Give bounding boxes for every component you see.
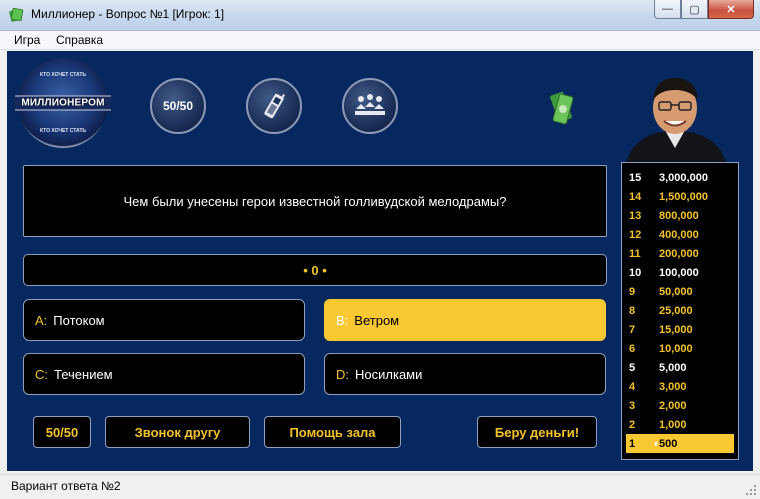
ladder-level: 4 bbox=[629, 380, 636, 393]
ladder-amount: 800,000 bbox=[659, 209, 699, 222]
question-box: Чем были унесены герои известной голливу… bbox=[23, 165, 607, 237]
ladder-amount: 2,000 bbox=[659, 399, 687, 412]
ladder-row: 8 25,000 bbox=[626, 301, 734, 320]
lifeline-fifty-fifty[interactable]: 50/50 bbox=[150, 78, 206, 134]
fifty-fifty-button[interactable]: 50/50 bbox=[33, 416, 91, 448]
game-area: КТО ХОЧЕТ СТАТЬ МИЛЛИОНЕРОМ КТО ХОЧЕТ СТ… bbox=[7, 51, 753, 471]
logo-top-text: КТО ХОЧЕТ СТАТЬ bbox=[39, 72, 86, 78]
answer-b-letter: B: bbox=[336, 312, 349, 328]
question-text: Чем были унесены герои известной голливу… bbox=[123, 193, 507, 209]
ladder-amount: 200,000 bbox=[659, 247, 699, 260]
ask-audience-button[interactable]: Помощь зала bbox=[264, 416, 401, 448]
close-button[interactable]: ✕ bbox=[708, 0, 754, 19]
ladder-row: 12 400,000 bbox=[626, 225, 734, 244]
minimize-button[interactable]: — bbox=[654, 0, 681, 19]
audience-icon bbox=[355, 94, 385, 115]
ladder-row: 15 3,000,000 bbox=[626, 168, 734, 187]
ladder-row: 1 ♦ 500 bbox=[626, 434, 734, 453]
logo-bottom-text: КТО ХОЧЕТ СТАТЬ bbox=[39, 128, 86, 134]
ladder-level: 8 bbox=[629, 304, 636, 317]
app-icon bbox=[9, 7, 24, 22]
ladder-level: 5 bbox=[629, 361, 636, 374]
ladder-level: 2 bbox=[629, 418, 636, 431]
answer-d-letter: D: bbox=[336, 366, 349, 382]
fifty-fifty-icon: 50/50 bbox=[162, 99, 194, 113]
ladder-row: 7 15,000 bbox=[626, 320, 734, 339]
ladder-row: 10 100,000 bbox=[626, 263, 734, 282]
answer-c[interactable]: C: Течением bbox=[23, 353, 305, 395]
answer-b[interactable]: B: Ветром bbox=[324, 299, 606, 341]
window-controls: — ▢ ✕ bbox=[654, 0, 754, 20]
menu-help[interactable]: Справка bbox=[56, 33, 103, 47]
lifeline-audience[interactable] bbox=[342, 78, 398, 134]
phone-icon bbox=[264, 93, 285, 119]
answer-d[interactable]: D: Носилками bbox=[324, 353, 606, 395]
ladder-level: 13 bbox=[629, 209, 642, 222]
ladder-row: 9 50,000 bbox=[626, 282, 734, 301]
ladder-amount: 100,000 bbox=[659, 266, 699, 279]
timer-text: • 0 • bbox=[303, 262, 327, 278]
menu-game[interactable]: Игра bbox=[14, 33, 40, 47]
answer-c-text: Течением bbox=[54, 366, 113, 382]
ladder-amount: 50,000 bbox=[659, 285, 693, 298]
ladder-amount: 3,000,000 bbox=[659, 171, 708, 184]
status-text: Вариант ответа №2 bbox=[11, 479, 121, 493]
ladder-amount: 10,000 bbox=[659, 342, 693, 355]
ladder-level: 14 bbox=[629, 190, 642, 203]
ladder-row: 6 10,000 bbox=[626, 339, 734, 358]
answer-c-letter: C: bbox=[35, 366, 48, 382]
ladder-level: 7 bbox=[629, 323, 636, 336]
ladder-level: 1 bbox=[629, 437, 636, 450]
answer-d-text: Носилками bbox=[355, 366, 423, 382]
window-title: Миллионер - Вопрос №1 [Игрок: 1] bbox=[31, 7, 225, 21]
ladder-level: 9 bbox=[629, 285, 636, 298]
answer-a[interactable]: A: Потоком bbox=[23, 299, 305, 341]
maximize-button[interactable]: ▢ bbox=[681, 0, 708, 19]
ladder-level: 6 bbox=[629, 342, 636, 355]
ladder-row: 11 200,000 bbox=[626, 244, 734, 263]
ladder-level: 12 bbox=[629, 228, 642, 241]
ladder-amount: 1,500,000 bbox=[659, 190, 708, 203]
millionaire-logo: КТО ХОЧЕТ СТАТЬ МИЛЛИОНЕРОМ КТО ХОЧЕТ СТ… bbox=[15, 58, 111, 148]
ladder-amount: 500 bbox=[659, 437, 678, 450]
ladder-amount: 3,000 bbox=[659, 380, 687, 393]
ladder-row: 5 5,000 bbox=[626, 358, 734, 377]
ladder-amount: 25,000 bbox=[659, 304, 693, 317]
ladder-row: 14 1,500,000 bbox=[626, 187, 734, 206]
title-bar: Миллионер - Вопрос №1 [Игрок: 1] — ▢ ✕ bbox=[0, 0, 760, 31]
ladder-amount: 15,000 bbox=[659, 323, 693, 336]
host-portrait bbox=[620, 68, 730, 162]
ladder-row: 2 1,000 bbox=[626, 415, 734, 434]
take-money-button[interactable]: Беру деньги! bbox=[477, 416, 597, 448]
status-bar: Вариант ответа №2 bbox=[0, 474, 760, 499]
logo-main-text: МИЛЛИОНЕРОМ bbox=[15, 95, 111, 111]
answer-b-text: Ветром bbox=[354, 312, 400, 328]
prize-ladder: 15 3,000,000 14 1,500,000 13 800,000 12 400,000… bbox=[621, 162, 739, 460]
menu-bar: Игра Справка bbox=[0, 31, 760, 50]
phone-friend-button[interactable]: Звонок другу bbox=[105, 416, 250, 448]
ladder-level: 11 bbox=[629, 247, 641, 260]
resize-grip-icon[interactable] bbox=[746, 485, 757, 496]
ladder-row: 13 800,000 bbox=[626, 206, 734, 225]
ladder-row: 4 3,000 bbox=[626, 377, 734, 396]
current-level-marker: ♦ bbox=[654, 439, 659, 448]
ladder-amount: 5,000 bbox=[659, 361, 687, 374]
ladder-level: 10 bbox=[629, 266, 642, 279]
timer-box: • 0 • bbox=[23, 254, 607, 286]
ladder-amount: 400,000 bbox=[659, 228, 699, 241]
ladder-level: 15 bbox=[629, 171, 642, 184]
money-icon bbox=[550, 92, 574, 125]
ladder-level: 3 bbox=[629, 399, 636, 412]
ladder-amount: 1,000 bbox=[659, 418, 687, 431]
answer-a-letter: A: bbox=[35, 312, 48, 328]
lifeline-phone[interactable] bbox=[246, 78, 302, 134]
answer-a-text: Потоком bbox=[53, 312, 105, 328]
ladder-row: 3 2,000 bbox=[626, 396, 734, 415]
